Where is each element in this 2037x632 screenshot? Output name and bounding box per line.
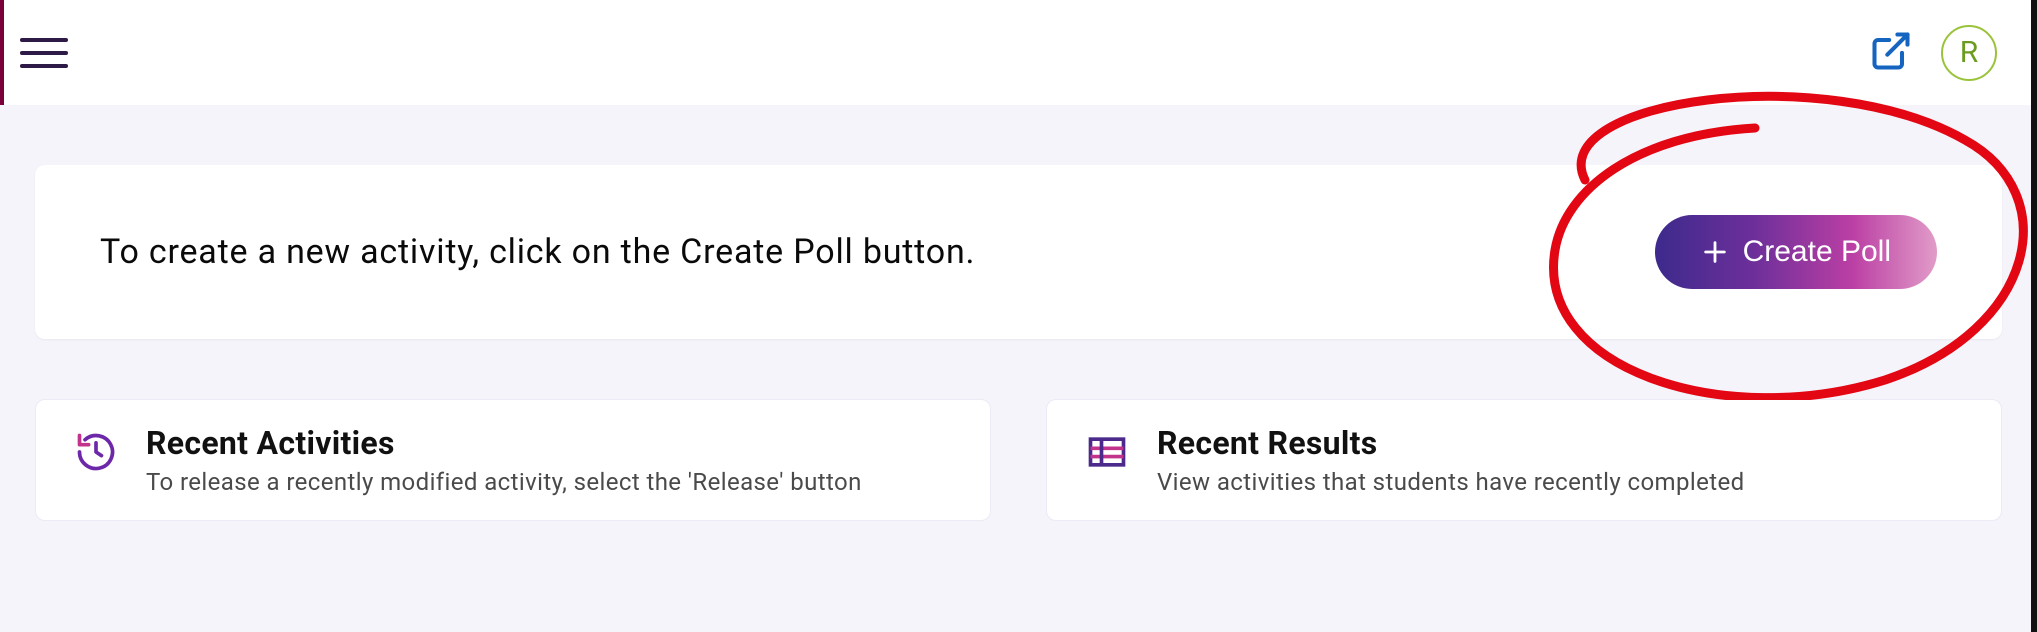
table-icon: [1085, 430, 1129, 474]
clock-history-icon: [74, 430, 118, 474]
recent-activities-description: To release a recently modified activity,…: [146, 468, 862, 496]
recent-results-title: Recent Results: [1157, 424, 1745, 462]
dashboard-cards-row: Recent Activities To release a recently …: [35, 399, 2002, 521]
create-poll-button[interactable]: Create Poll: [1655, 215, 1937, 289]
create-activity-banner: To create a new activity, click on the C…: [35, 165, 2002, 339]
recent-activities-card[interactable]: Recent Activities To release a recently …: [35, 399, 991, 521]
create-poll-button-label: Create Poll: [1743, 235, 1891, 269]
window-edge-strip: [2031, 0, 2037, 632]
external-link-icon[interactable]: [1869, 29, 1913, 77]
top-right-actions: R: [1869, 25, 1997, 81]
recent-results-card[interactable]: Recent Results View activities that stud…: [1046, 399, 2002, 521]
recent-activities-title: Recent Activities: [146, 424, 862, 462]
avatar-initial: R: [1960, 35, 1979, 70]
plus-icon: [1701, 238, 1729, 266]
main-content: To create a new activity, click on the C…: [0, 105, 2037, 632]
recent-results-description: View activities that students have recen…: [1157, 468, 1745, 496]
hamburger-menu-button[interactable]: [14, 23, 74, 83]
recent-results-text: Recent Results View activities that stud…: [1157, 424, 1745, 496]
banner-prompt-text: To create a new activity, click on the C…: [100, 232, 975, 272]
recent-activities-text: Recent Activities To release a recently …: [146, 424, 862, 496]
top-header-bar: R: [0, 0, 2037, 105]
user-avatar[interactable]: R: [1941, 25, 1997, 81]
